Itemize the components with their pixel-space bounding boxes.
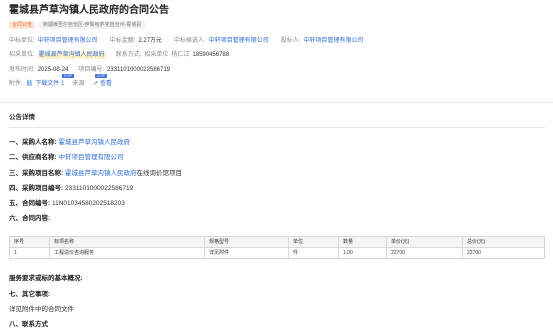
announcement-page: 霍城县芦草沟镇人民政府的合同公告 合同公告 新疆维吾尔自治区-伊犁哈萨克自治州-…	[0, 0, 553, 336]
external-link-icon: ↗	[92, 81, 99, 87]
cell-unit: 件	[288, 247, 339, 259]
cell-total-price: 22700	[462, 247, 545, 259]
link-icon: ⛓	[25, 81, 34, 87]
project-name-link[interactable]: 霍城县芦草沟镇人民政府	[65, 170, 137, 177]
contract-no-key: 五、合同编号:	[9, 200, 51, 207]
attachment-label: 附件:	[9, 81, 23, 87]
candidate-label: 中标候选人:	[174, 38, 206, 44]
col-unit: 单位	[288, 236, 339, 248]
project-name-key: 三、采购项目名称:	[9, 170, 64, 177]
meta-row-dates: 发布时间: 2025-08-24 项目编号: 23311010000225867…	[9, 67, 170, 74]
purchaser-key: 一、采购人名称:	[9, 139, 57, 146]
amount-label: 中标金额:	[109, 38, 136, 44]
contact-key: 八、联系方式	[9, 321, 48, 328]
section-title: 公告详情	[9, 114, 35, 121]
project-name-row: 三、采购项目名称: 霍城县芦草沟镇人民政府在线询价馆项目	[9, 170, 182, 178]
col-spec: 规格型号	[204, 236, 289, 248]
bidder-label: 投标人:	[280, 38, 301, 44]
tag-row: 合同公告 新疆维吾尔自治区-伊犁哈萨克自治州-霍城县	[9, 21, 146, 29]
amount-value: 2.27万元	[138, 38, 163, 44]
contract-no-row: 五、合同编号: 11N01034580202518203	[9, 200, 125, 208]
project-no-value: 2331101000022586719	[107, 67, 171, 73]
contact-method-label: 联系方式:	[115, 52, 142, 58]
detail-project-no-value: 2331101000022586719	[64, 185, 134, 192]
header-divider	[0, 102, 553, 103]
tenderer-link[interactable]: 霍城县芦草沟镇人民政府	[37, 52, 106, 60]
section-divider	[9, 127, 545, 128]
page-title: 霍城县芦草沟镇人民政府的合同公告	[9, 5, 169, 16]
contract-content-row: 六、合同内容:	[9, 215, 50, 223]
contact-method-value: 招采单位	[144, 52, 169, 58]
col-unit-price: 单价(元)	[386, 236, 463, 248]
other-row: 七、其它事项:	[9, 291, 50, 299]
project-name-suffix: 在线询价馆项目	[136, 170, 182, 177]
supplier-key: 二、供应商名称:	[9, 154, 57, 161]
publish-time-label: 发布时间:	[9, 67, 35, 73]
table-header-row: 序号 标项名称 规格型号 单位 数量 单价(元) 总价(元)	[9, 236, 545, 248]
requirements-row: 服务要求或标的基本概况:	[9, 275, 83, 283]
cell-unit-price: 22700	[386, 247, 463, 259]
purchaser-link[interactable]: 霍城县芦草沟镇人民政府	[58, 139, 130, 146]
meta-row-winners: 中标单位: 中轩项目管理有限公司 中标金额: 2.27万元 中标候选人: 中轩项…	[9, 38, 363, 45]
col-item-name: 标项名称	[49, 236, 205, 248]
candidate-link[interactable]: 中轩项目管理有限公司	[209, 38, 269, 45]
winner-label: 中标单位:	[9, 38, 35, 44]
download-link[interactable]: 下载文件 1	[35, 81, 64, 88]
supplier-link[interactable]: 中轩项目管理有限公司	[58, 154, 123, 161]
cell-quantity: 1.00	[338, 247, 387, 259]
meta-row-tenderer: 招采单位: 霍城县芦草沟镇人民政府 联系方式: 招采单位 杨仁江 1859045…	[9, 52, 230, 60]
requirements-key: 服务要求或标的基本概况:	[9, 275, 83, 282]
supplier-row: 二、供应商名称: 中轩项目管理有限公司	[9, 154, 123, 162]
tenderer-label: 招采单位:	[9, 52, 35, 58]
cell-item-name: 工程造价咨询服务	[49, 247, 205, 259]
contract-no-value: 11N01034580202518203	[51, 200, 125, 207]
col-quantity: 数量	[338, 236, 387, 248]
contact-phone: 18590456788	[192, 52, 230, 58]
other-value-row: 详见附件中的合同文件	[9, 306, 74, 314]
table-row: 1 工程造价咨询服务 详见附件 件 1.00 22700 22700	[9, 247, 545, 259]
cell-index: 1	[9, 247, 50, 259]
winner-link[interactable]: 中轩项目管理有限公司	[38, 38, 98, 45]
svip-chip-source: SVIP	[95, 74, 107, 79]
region-tag[interactable]: 新疆维吾尔自治区-伊犁哈萨克自治州-霍城县	[39, 21, 146, 29]
status-badge: 合同公告	[9, 21, 36, 29]
col-index: 序号	[9, 236, 50, 248]
contract-content-key: 六、合同内容:	[9, 215, 51, 222]
bidder-link[interactable]: 中轩项目管理有限公司	[303, 38, 363, 45]
contract-table: 序号 标项名称 规格型号 单位 数量 单价(元) 总价(元) 1 工程造价咨询服…	[9, 236, 545, 259]
contact-person: 杨仁江	[171, 52, 190, 58]
contact-row: 八、联系方式	[9, 321, 48, 329]
other-key: 七、其它事项:	[9, 291, 51, 298]
svip-chip-attachment: SVIP	[62, 74, 74, 79]
meta-row-attachments: 附件: ⛓ 下载文件 1 来源: ↗ 查看	[9, 81, 112, 88]
project-no-key: 四、采购项目编号:	[9, 185, 64, 192]
cell-spec: 详见附件	[204, 247, 289, 259]
source-view-link[interactable]: 查看	[100, 81, 112, 88]
other-value: 详见附件中的合同文件	[9, 306, 74, 313]
project-no-row: 四、采购项目编号: 2331101000022586719	[9, 185, 133, 193]
purchaser-row: 一、采购人名称: 霍城县芦草沟镇人民政府	[9, 139, 130, 147]
source-label: 来源:	[72, 81, 86, 87]
col-total-price: 总价(元)	[462, 236, 545, 248]
